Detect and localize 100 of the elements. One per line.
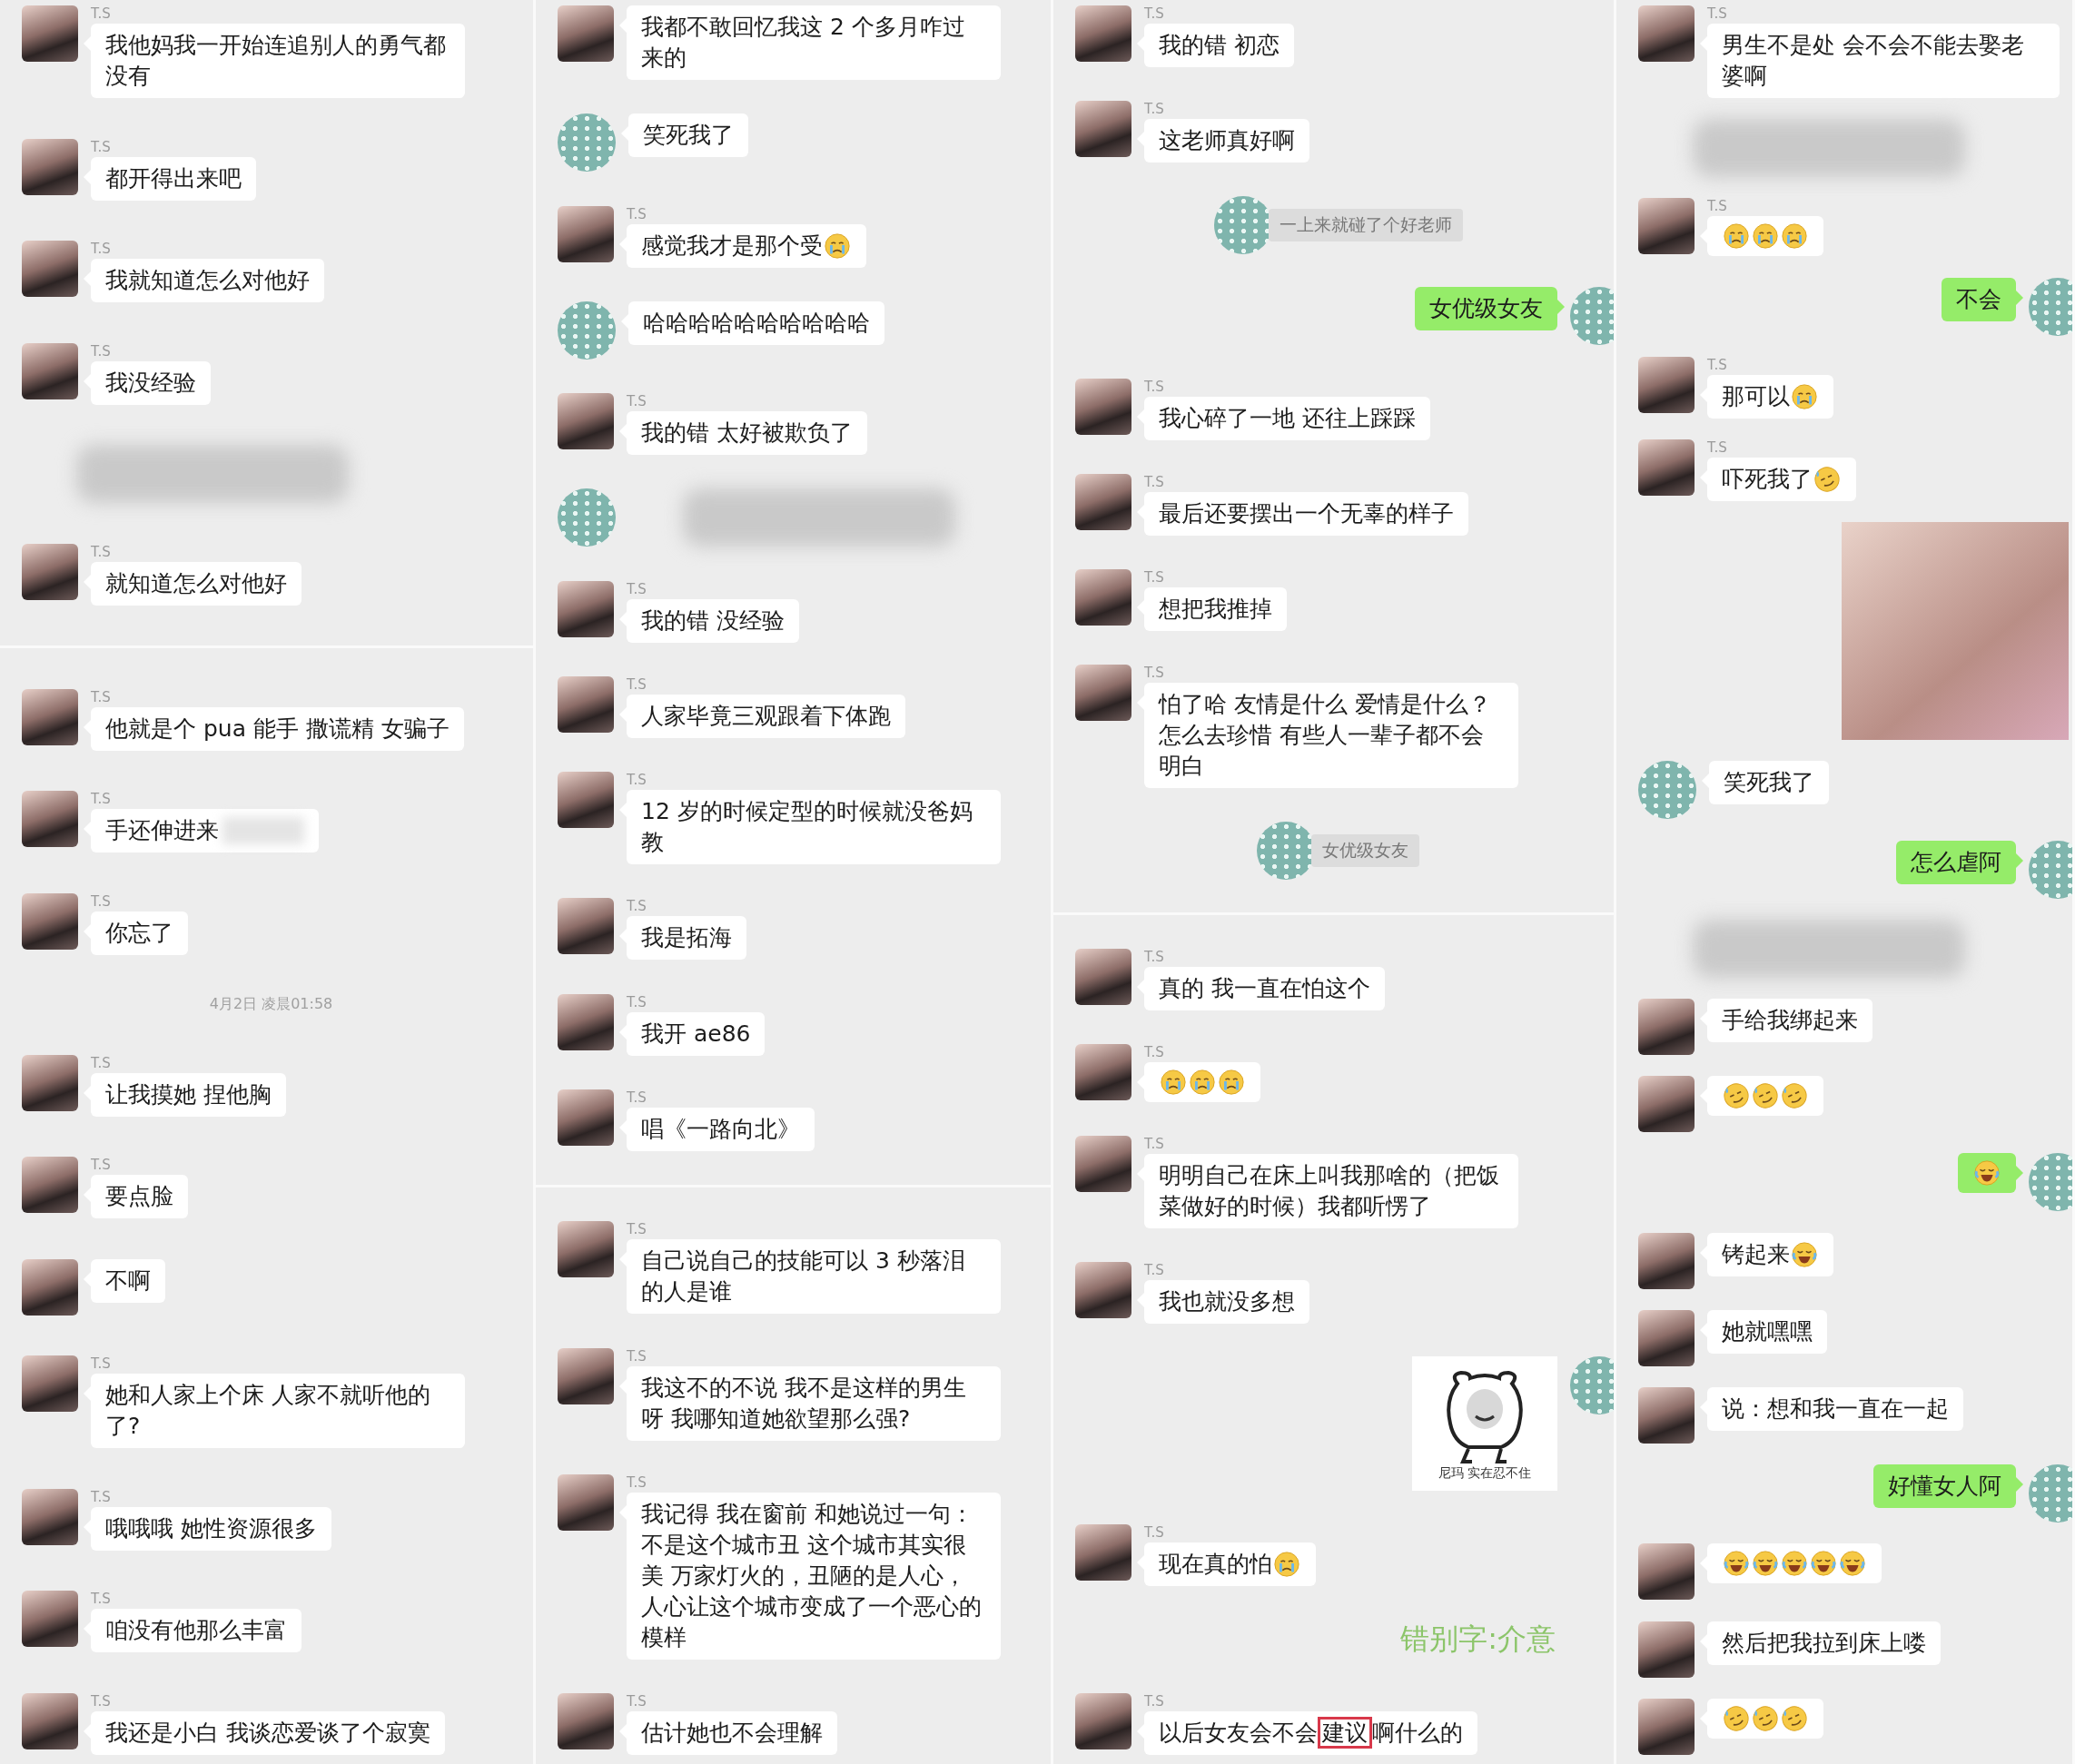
sweating-face-icon <box>1813 466 1841 493</box>
crying-face-icon <box>1752 222 1779 251</box>
sender-name: T.S <box>627 1089 647 1106</box>
message-text: 我还是小白 我谈恋爱谈了个寂寞 <box>105 1718 430 1748</box>
tears-of-joy-icon <box>1781 1550 1808 1578</box>
sender-name: T.S <box>1144 1692 1165 1710</box>
message-text: 我都不敢回忆我这 2 个多月咋过来的 <box>641 13 966 73</box>
masked-avatar <box>2029 1464 2072 1523</box>
sender-name: T.S <box>91 688 112 705</box>
message-text: 真的 我一直在怕这个 <box>1159 974 1370 1004</box>
crying-face-icon <box>1189 1068 1216 1096</box>
masked-avatar <box>2029 277 2072 336</box>
sender-name: T.S <box>91 1488 112 1505</box>
sender-name: T.S <box>627 393 647 409</box>
crying-face-icon <box>1160 1068 1187 1096</box>
sender-name: T.S <box>91 1591 112 1608</box>
sender-name: T.S <box>627 675 647 693</box>
message-text: 不会 <box>1956 284 2001 314</box>
sender-name: T.S <box>91 1157 112 1174</box>
sender-name: T.S <box>627 580 647 597</box>
message-text: 我开 ae86 <box>641 1019 751 1049</box>
message-text: 让我摸她 捏他胸 <box>105 1079 272 1109</box>
sender-name: T.S <box>91 892 112 910</box>
masked-avatar <box>2029 840 2072 899</box>
message-text: 那可以 <box>1722 381 1790 411</box>
sweating-face-icon <box>1752 1082 1779 1110</box>
sender-name: T.S <box>1144 1261 1165 1278</box>
message-text: 手还伸进来 <box>105 816 219 846</box>
message-text: 自己说自己的技能可以 3 秒落泪的人是谁 <box>641 1247 966 1307</box>
sender-name: T.S <box>1144 568 1165 586</box>
message-text: 我他妈我一开始连追别人的勇气都没有 <box>105 31 447 91</box>
message-text: 然后把我拉到床上喽 <box>1722 1628 1926 1658</box>
tears-of-joy-icon <box>1752 1550 1779 1578</box>
message-text: 唱《一路向北》 <box>641 1114 800 1144</box>
sender-name: T.S <box>1144 379 1165 396</box>
sender-name: T.S <box>91 1692 112 1710</box>
message-text: 感觉我才是那个受 <box>641 231 823 261</box>
sender-name: T.S <box>1707 198 1728 215</box>
sender-name: T.S <box>627 1693 647 1710</box>
sender-name: T.S <box>91 5 112 22</box>
crying-face-icon <box>1273 1551 1300 1579</box>
message-text: 笑死我了 <box>1724 768 1814 798</box>
tears-of-joy-icon <box>1839 1550 1866 1578</box>
sender-name: T.S <box>1707 356 1728 373</box>
message-text: 她和人家上个床 人家不就听他的了? <box>105 1381 431 1442</box>
crying-face-icon <box>824 232 851 260</box>
message-text: 人家毕竟三观跟着下体跑 <box>641 701 891 731</box>
quoted-message: 女优级女友 <box>1311 833 1419 867</box>
sender-name: T.S <box>91 1054 112 1071</box>
message-text: 估计她也不会理解 <box>641 1719 823 1748</box>
message-text: 就知道怎么对他好 <box>105 568 287 598</box>
message-text: 我就知道怎么对他好 <box>105 266 310 296</box>
sender-name: T.S <box>627 1473 647 1491</box>
sender-name: T.S <box>627 205 647 222</box>
tears-of-joy-icon <box>1791 1240 1818 1268</box>
sender-name: T.S <box>91 342 112 360</box>
sender-name: T.S <box>1707 439 1728 456</box>
sender-name: T.S <box>627 993 647 1010</box>
sender-name: T.S <box>1144 1043 1165 1060</box>
message-text: 我记得 我在窗前 和她说过一句：不是这个城市丑 这个城市其实很美 万家灯火的，丑陋的是人心，人心让这个城市变成了一个恶心的模样 <box>641 1499 983 1652</box>
sender-name: T.S <box>1707 5 1728 22</box>
message-text: 我的错 太好被欺负了 <box>641 419 853 448</box>
message-text: 哦哦哦 她性资源很多 <box>105 1513 317 1543</box>
message-text: 咱没有他那么丰富 <box>105 1616 287 1646</box>
message-text: 怕了哈 友情是什么 爱情是什么？怎么去珍惜 有些人一辈子都不会明白 <box>1159 689 1492 781</box>
message-text: 明明自己在床上叫我那啥的（把饭菜做好的时候）我都听愣了 <box>1159 1160 1500 1221</box>
masked-avatar <box>1570 1356 1614 1415</box>
message-text: 我也就没多想 <box>1159 1286 1295 1316</box>
sweating-face-icon <box>1723 1082 1750 1110</box>
sweating-face-icon <box>1752 1704 1779 1732</box>
message-text: 怎么虐阿 <box>1911 847 2001 877</box>
sender-name: T.S <box>1144 1135 1165 1152</box>
message-text: 我心碎了一地 还往上踩踩 <box>1159 404 1416 434</box>
message-text: 最后还要摆出一个无辜的样子 <box>1159 499 1454 529</box>
sender-name: T.S <box>91 791 112 808</box>
message-text: 女优级女友 <box>1429 294 1543 324</box>
sweating-face-icon <box>1723 1704 1750 1732</box>
annotation-text: 错别字:介意 <box>1400 1621 1556 1658</box>
masked-avatar <box>2029 1153 2072 1212</box>
message-text: 我的错 初恋 <box>1159 31 1280 60</box>
sender-name: T.S <box>1144 5 1165 22</box>
crying-face-icon <box>1791 382 1818 410</box>
message-text: 现在真的怕 <box>1159 1550 1272 1580</box>
crying-face-icon <box>1218 1068 1245 1096</box>
crying-face-icon <box>1781 222 1808 251</box>
sender-name: T.S <box>627 1221 647 1238</box>
sweating-face-icon <box>1781 1704 1808 1732</box>
timestamp: 4月2日 凌晨01:58 <box>209 995 333 1015</box>
tears-of-joy-icon <box>1973 1159 2001 1187</box>
message-text: 好懂女人阿 <box>1888 1472 2001 1502</box>
message-text: 她就嘿嘿 <box>1722 1316 1813 1346</box>
message-text: 要点脸 <box>105 1182 173 1212</box>
sender-name: T.S <box>627 772 647 788</box>
message-text: 不啊 <box>105 1266 151 1296</box>
message-text: 想把我推掉 <box>1159 594 1272 624</box>
tears-of-joy-icon <box>1810 1550 1837 1578</box>
sender-name: T.S <box>627 1347 647 1365</box>
masked-avatar <box>1570 287 1614 346</box>
message-text: 我没经验 <box>105 368 196 398</box>
quoted-message: 一上来就碰了个好老师 <box>1268 208 1463 241</box>
